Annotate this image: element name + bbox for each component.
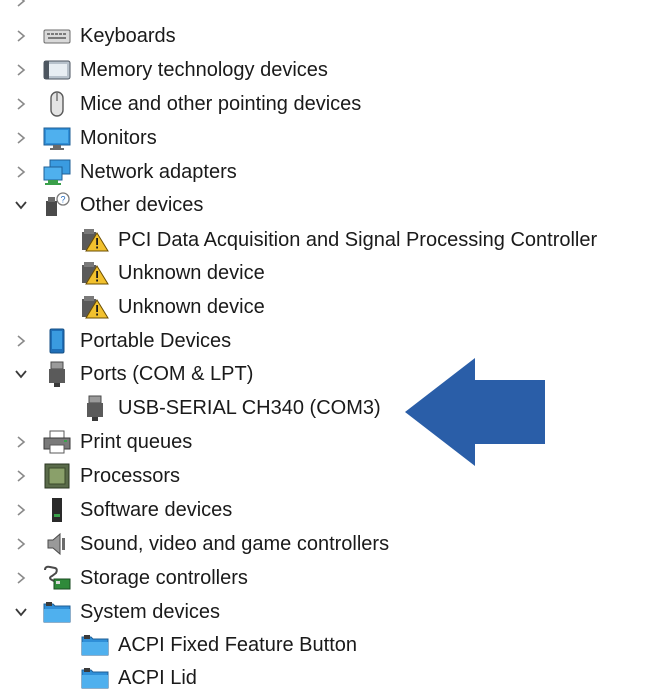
tree-child-pci-data-acquisition[interactable]: PCI Data Acquisition and Signal Processi… [80, 225, 597, 255]
tree-item-label: Ports (COM & LPT) [80, 363, 254, 385]
software-device-icon [42, 496, 72, 524]
tree-item-monitors[interactable]: Monitors [14, 123, 157, 153]
chevron-right-icon[interactable] [14, 469, 28, 483]
tree-item-label: Unknown device [118, 296, 265, 318]
tree-item-storage-controllers[interactable]: Storage controllers [14, 563, 248, 593]
chevron-right-icon[interactable] [14, 131, 28, 145]
tree-item-label: Processors [80, 465, 181, 487]
tree-item-label: Portable Devices [80, 330, 232, 352]
tree-item-mice[interactable]: Mice and other pointing devices [14, 89, 361, 119]
chevron-right-icon[interactable] [14, 571, 28, 585]
usb-serial-port-icon [80, 394, 110, 422]
chevron-right-icon[interactable] [14, 63, 28, 77]
keyboard-icon [42, 22, 72, 50]
unknown-device-warning-icon [80, 259, 110, 287]
tree-item-processors[interactable]: Processors [14, 461, 180, 491]
chevron-right-icon[interactable] [14, 435, 28, 449]
device-manager-tree: Keyboards Memory technology devices Mice… [0, 0, 653, 689]
system-device-folder-icon [80, 664, 110, 692]
chevron-right-icon[interactable] [14, 0, 28, 8]
memory-device-icon [42, 56, 72, 84]
unknown-device-warning-icon [80, 293, 110, 321]
tree-item-label: Memory technology devices [80, 59, 328, 81]
tree-item-sound-video-game-controllers[interactable]: Sound, video and game controllers [14, 529, 389, 559]
tree-item-network-adapters[interactable]: Network adapters [14, 157, 237, 187]
tree-item-label: Monitors [80, 127, 157, 149]
speaker-icon [42, 530, 72, 558]
tree-child-acpi-fixed-feature-button[interactable]: ACPI Fixed Feature Button [80, 630, 357, 660]
system-device-folder-icon [80, 631, 110, 659]
tree-child-usb-serial-ch340[interactable]: USB-SERIAL CH340 (COM3) [80, 393, 381, 423]
chevron-down-icon[interactable] [14, 605, 28, 619]
pointer-arrow-icon [405, 358, 547, 471]
chevron-down-icon[interactable] [14, 198, 28, 212]
tree-child-unknown-device[interactable]: Unknown device [80, 258, 265, 288]
chevron-right-icon[interactable] [14, 165, 28, 179]
tree-item-label: Unknown device [118, 262, 265, 284]
chevron-right-icon[interactable] [14, 334, 28, 348]
tree-item-print-queues[interactable]: Print queues [14, 427, 192, 457]
unknown-device-warning-icon [80, 226, 110, 254]
chevron-right-icon[interactable] [14, 537, 28, 551]
other-devices-icon: ? [42, 191, 72, 219]
storage-controller-icon [42, 564, 72, 592]
tree-item-system-devices[interactable]: System devices [14, 597, 220, 627]
monitor-icon [42, 124, 72, 152]
printer-icon [42, 428, 72, 456]
chevron-right-icon[interactable] [14, 503, 28, 517]
tree-item-label: Storage controllers [80, 567, 248, 589]
tree-item-label: Mice and other pointing devices [80, 93, 362, 115]
tree-item-label: USB-SERIAL CH340 (COM3) [118, 397, 381, 419]
tree-item-portable-devices[interactable]: Portable Devices [14, 326, 231, 356]
tree-item-label: Network adapters [80, 161, 237, 183]
processor-icon [42, 462, 72, 490]
svg-text:?: ? [60, 195, 65, 205]
system-devices-icon [42, 598, 72, 626]
chevron-right-icon[interactable] [14, 97, 28, 111]
chevron-down-icon[interactable] [14, 367, 28, 381]
tree-child-unknown-device[interactable]: Unknown device [80, 292, 265, 322]
tree-item-ports[interactable]: Ports (COM & LPT) [14, 359, 253, 389]
tree-item-label: PCI Data Acquisition and Signal Processi… [118, 229, 598, 251]
tree-item-label: Software devices [80, 499, 233, 521]
tree-item-software-devices[interactable]: Software devices [14, 495, 232, 525]
tree-item-memory-technology-devices[interactable]: Memory technology devices [14, 55, 328, 85]
tree-item-label: Print queues [80, 431, 193, 453]
tree-item-label: ACPI Fixed Feature Button [118, 634, 358, 656]
chevron-right-icon[interactable] [14, 29, 28, 43]
network-adapter-icon [42, 158, 72, 186]
portable-device-icon [42, 327, 72, 355]
tree-item-label: Keyboards [80, 25, 176, 47]
mouse-icon [42, 90, 72, 118]
tree-item-label: Sound, video and game controllers [80, 533, 390, 555]
tree-item-keyboards[interactable]: Keyboards [14, 21, 176, 51]
port-icon [42, 360, 72, 388]
tree-item-label: System devices [80, 601, 221, 623]
tree-item-label: Other devices [80, 194, 204, 216]
tree-item-other-devices[interactable]: ? Other devices [14, 190, 203, 220]
